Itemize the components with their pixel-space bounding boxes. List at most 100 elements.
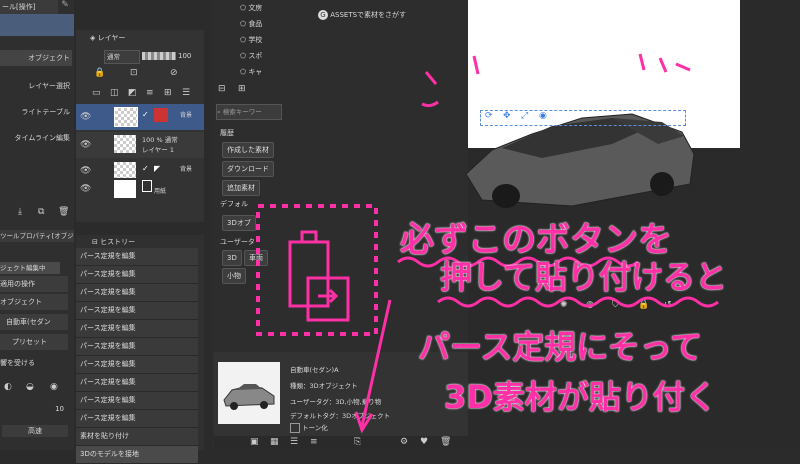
- left-tab-edit-icon[interactable]: ✎: [58, 0, 72, 14]
- copy-icon[interactable]: ⧉: [38, 207, 44, 217]
- paper-icon: [142, 180, 152, 192]
- annotation-line-2: 押して貼り付けると: [440, 258, 728, 296]
- download-button[interactable]: ダウンロード: [222, 161, 274, 177]
- blend-mode-select[interactable]: 通常: [104, 50, 140, 64]
- annotation-line-3: パース定規にそって: [418, 328, 703, 366]
- clip-icon[interactable]: ⊡: [130, 68, 138, 78]
- history-item[interactable]: パース定規を編集: [76, 248, 198, 266]
- check-icon: ✓: [142, 110, 149, 119]
- history-item[interactable]: 素材を貼り付け: [76, 428, 198, 446]
- stack-icon[interactable]: ≡: [146, 88, 154, 98]
- folder-icon[interactable]: ▭: [92, 88, 101, 98]
- eye-icon[interactable]: 👁: [80, 184, 91, 194]
- scale-icon[interactable]: ⤢: [521, 111, 528, 121]
- history-item[interactable]: パース定規を編集: [76, 266, 198, 284]
- tool-property-number[interactable]: 10: [40, 405, 64, 417]
- layer-thumbnail: [114, 107, 138, 127]
- list-view-icon[interactable]: ☰: [290, 437, 298, 447]
- material-thumbnail[interactable]: [218, 362, 280, 424]
- history-item[interactable]: パース定規を編集: [76, 302, 198, 320]
- tool-property-model-select[interactable]: 自動車(セダン: [0, 314, 68, 330]
- menu-item-object[interactable]: オブジェクト: [0, 50, 72, 66]
- history-item[interactable]: パース定規を編集: [76, 284, 198, 302]
- tool-property-preset[interactable]: プリセット: [0, 334, 68, 350]
- menu-item-layer-select[interactable]: レイヤー選択: [0, 78, 70, 94]
- left-tab[interactable]: ール[操作]: [0, 0, 58, 14]
- history-item[interactable]: パース定規を編集: [76, 410, 198, 428]
- eye-icon[interactable]: 👁: [80, 166, 91, 176]
- target-icon[interactable]: ◉: [50, 382, 58, 392]
- lock-icon[interactable]: 🔒: [638, 300, 649, 310]
- material-default-tag: デフォルトタグ：3Dオブジェクト: [290, 412, 391, 420]
- tool-property-tab[interactable]: ジェクト編集中: [0, 262, 60, 274]
- category-item[interactable]: ⬠ キャ: [240, 64, 280, 80]
- category-item[interactable]: ⬠ 食品: [240, 16, 280, 32]
- chip-small[interactable]: 小物: [222, 268, 246, 284]
- material-bottom-toolbar: ▣ ▦ ☰ ≡ ⎘ ⚙ ♥ 🗑: [214, 436, 468, 450]
- layer-icon[interactable]: ◫: [110, 88, 119, 98]
- reset-icon[interactable]: ↺: [664, 300, 672, 310]
- category-item[interactable]: ⬠ スポ: [240, 48, 280, 64]
- category-item[interactable]: ⬠ 文房: [240, 0, 280, 16]
- added-materials-button[interactable]: 追加素材: [222, 180, 260, 196]
- shield-icon[interactable]: ⛉: [612, 300, 619, 310]
- ground-icon[interactable]: ◍: [586, 300, 594, 310]
- menu-item-light-table[interactable]: ライトテーブル: [0, 104, 70, 120]
- layer-panel-icon: ◈: [90, 34, 98, 42]
- toon-checkbox[interactable]: トーン化: [290, 422, 328, 433]
- category-item[interactable]: ⬠ 学校: [240, 32, 280, 48]
- view-icon[interactable]: ▣: [250, 437, 259, 447]
- vector-icon[interactable]: ◩: [128, 88, 137, 98]
- history-item[interactable]: パース定規を編集: [76, 392, 198, 410]
- settings-icon[interactable]: ⚙: [400, 437, 408, 447]
- ruler-icon: [154, 108, 168, 122]
- material-search-input[interactable]: ⌕ 検索キーワー: [216, 104, 282, 120]
- light-icon[interactable]: ◐: [4, 382, 12, 392]
- history-item[interactable]: パース定規を編集: [76, 374, 198, 392]
- light-icon[interactable]: ✺: [560, 300, 568, 310]
- history-item[interactable]: パース定規を編集: [76, 320, 198, 338]
- material-name: 自動車(セダン)A: [290, 366, 339, 374]
- menu-item-timeline[interactable]: タイムライン編集: [0, 130, 70, 146]
- chip-vehicle[interactable]: 車両: [244, 250, 268, 266]
- tag-3d-object[interactable]: 3Dオブ: [222, 215, 256, 231]
- tool-property-apply[interactable]: 適用の操作: [0, 276, 68, 292]
- heart-icon[interactable]: ♥: [420, 437, 428, 447]
- rotate-icon[interactable]: ⟳: [485, 111, 493, 121]
- collapse-icon[interactable]: ⊟: [218, 84, 226, 94]
- layer-row[interactable]: 👁 用紙: [76, 178, 204, 200]
- trash-icon[interactable]: 🗑: [58, 207, 69, 217]
- download-icon[interactable]: ⤓: [18, 207, 22, 217]
- trash-icon[interactable]: 🗑: [440, 437, 451, 447]
- ruler-icon: ◤: [154, 164, 161, 173]
- mask-icon[interactable]: ⊘: [170, 68, 178, 78]
- created-materials-button[interactable]: 作成した素材: [222, 142, 274, 158]
- dropdown-icon[interactable]: ◒: [26, 382, 34, 392]
- image-view-icon[interactable]: ▦: [270, 437, 279, 447]
- history-item[interactable]: パース定規を編集: [76, 356, 198, 374]
- chip-3d[interactable]: 3D: [222, 250, 242, 266]
- opacity-value[interactable]: 100: [178, 50, 198, 62]
- eye-icon[interactable]: 👁: [80, 112, 91, 122]
- car-icon: [223, 384, 275, 410]
- list-view-2-icon[interactable]: ≡: [310, 437, 318, 447]
- opacity-slider[interactable]: [142, 52, 176, 60]
- 3d-move-manipulator[interactable]: ⟳ ✥ ⤢ ◉: [480, 110, 686, 126]
- grid-icon[interactable]: ⊞: [164, 88, 172, 98]
- new-icon[interactable]: ⊞: [238, 84, 246, 94]
- left-bottom-icons: ⤓ ⧉ 🗑: [0, 205, 74, 221]
- camera-icon[interactable]: ◉: [539, 111, 547, 121]
- assets-search-link[interactable]: G ASSETSで素材をさがす: [318, 8, 448, 22]
- tool-property-object-select[interactable]: オブジェクト: [0, 294, 68, 310]
- move-icon[interactable]: ✥: [503, 111, 511, 121]
- layer-name: 用紙: [154, 188, 167, 195]
- eye-icon[interactable]: 👁: [80, 140, 91, 150]
- list-icon[interactable]: ☰: [182, 88, 190, 98]
- tool-property-quality[interactable]: 高速: [2, 425, 68, 437]
- history-item[interactable]: 3Dのモデルを接地: [76, 446, 198, 464]
- layer-row[interactable]: 👁 ✓ 背景: [76, 104, 204, 130]
- paste-icon[interactable]: ⎘: [354, 437, 361, 447]
- layer-row[interactable]: 👁 100 % 通常 レイヤー 1: [76, 132, 204, 158]
- lock-icon[interactable]: 🔒: [94, 68, 105, 78]
- history-item[interactable]: パース定規を編集: [76, 338, 198, 356]
